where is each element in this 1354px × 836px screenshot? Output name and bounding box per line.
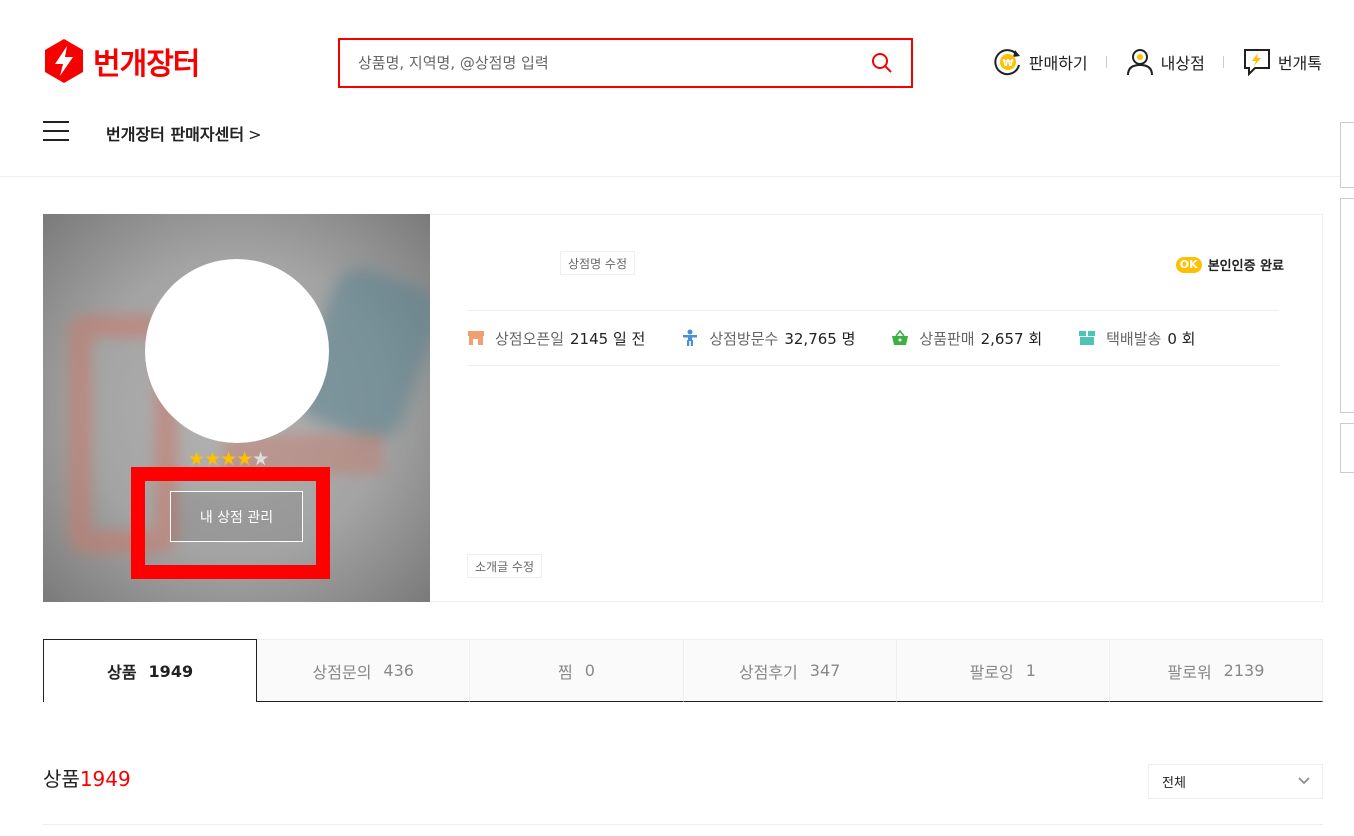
star-icons: ★★★★ xyxy=(188,448,253,470)
menu-divider xyxy=(1222,56,1224,68)
chat-bolt-icon xyxy=(1243,49,1270,77)
header-menu: ₩ 판매하기 내상점 번개톡 xyxy=(993,44,1322,80)
won-coin-icon: ₩ xyxy=(994,49,1020,76)
manage-shop-button[interactable]: 내 상점 관리 xyxy=(170,491,303,542)
stat-label: 상품판매 xyxy=(919,329,975,348)
filter-selected: 전체 xyxy=(1162,776,1186,791)
stat-open-days: 상점오픈일 2145 일 전 xyxy=(467,328,645,349)
tab-label: 찜 xyxy=(557,662,573,682)
box-icon xyxy=(1079,331,1096,345)
store-icon xyxy=(468,331,484,345)
tab-label: 상점후기 xyxy=(738,662,798,682)
tab-products[interactable]: 상품 1949 xyxy=(43,639,258,702)
stat-shipping: 택배발송 0 회 xyxy=(1078,328,1195,349)
verification-status: OK 본인인증 완료 xyxy=(1175,255,1284,274)
tab-count: 2139 xyxy=(1223,661,1265,680)
seller-center-label: 번개장터 판매자센터 xyxy=(106,125,245,144)
tab-count: 347 xyxy=(809,661,841,680)
stat-value: 2145 일 전 xyxy=(570,329,646,348)
lightning-logo-icon xyxy=(45,39,83,83)
basket-icon xyxy=(892,329,909,345)
section-count: 1949 xyxy=(79,767,131,791)
menu-divider xyxy=(1105,56,1107,68)
my-shop-button[interactable]: 내상점 xyxy=(1125,47,1205,77)
stat-label: 택배발송 xyxy=(1106,329,1162,348)
stat-value: 0 회 xyxy=(1167,329,1196,348)
verified-text: 본인인증 완료 xyxy=(1207,259,1284,274)
search-input[interactable] xyxy=(358,40,848,86)
tab-label: 팔로워 xyxy=(1167,662,1212,682)
shop-profile-card: ★★★★★ 내 상점 관리 xyxy=(43,214,430,602)
half-star-icon: ★ xyxy=(252,448,269,470)
edit-intro-button[interactable]: 소개글 수정 xyxy=(467,554,543,578)
stat-label: 상점오픈일 xyxy=(495,329,565,348)
shop-info-panel: 상점명 수정 OK 본인인증 완료 상점오픈일 2145 일 전 상점방문수 3… xyxy=(430,214,1323,602)
person-icon xyxy=(1126,49,1153,76)
filter-select[interactable]: 전체 xyxy=(1148,764,1323,799)
stat-sales: 상품판매 2,657 회 xyxy=(891,328,1042,349)
visitor-icon xyxy=(683,329,698,346)
shop-tabs: 상품 1949 상점문의 436 찜0 상점후기 347 팔로잉 1 팔로워 2139 xyxy=(43,639,1324,702)
tab-favorites[interactable]: 찜0 xyxy=(470,639,684,702)
shop-stats: 상점오픈일 2145 일 전 상점방문수 32,765 명 상품판매 2,657… xyxy=(467,310,1279,366)
svg-text:₩: ₩ xyxy=(1002,58,1013,69)
side-widget[interactable] xyxy=(1340,198,1354,413)
sell-label: 판매하기 xyxy=(1028,54,1088,73)
hamburger-menu-icon[interactable] xyxy=(43,121,69,143)
tab-label: 팔로잉 xyxy=(969,662,1014,682)
talk-button[interactable]: 번개톡 xyxy=(1242,47,1322,77)
stat-visits: 상점방문수 32,765 명 xyxy=(681,328,855,349)
seller-center-link[interactable]: 번개장터 판매자센터 > xyxy=(106,121,261,145)
tab-following[interactable]: 팔로잉 1 xyxy=(896,639,1110,702)
logo-text: 번개장터 xyxy=(93,47,200,82)
tab-followers[interactable]: 팔로워 2139 xyxy=(1109,639,1324,702)
tab-inquiries[interactable]: 상점문의 436 xyxy=(257,639,471,702)
tab-label: 상품 xyxy=(107,663,137,682)
avatar xyxy=(145,259,329,443)
tab-count: 436 xyxy=(383,661,414,680)
my-shop-label: 내상점 xyxy=(1160,54,1205,73)
side-widget[interactable] xyxy=(1340,122,1354,188)
side-widget[interactable] xyxy=(1340,423,1354,473)
stat-label: 상점방문수 xyxy=(709,329,779,348)
search-icon[interactable] xyxy=(871,52,893,74)
tab-reviews[interactable]: 상점후기 347 xyxy=(683,639,897,702)
section-title: 상품1949 xyxy=(43,763,131,792)
sell-button[interactable]: ₩ 판매하기 xyxy=(993,47,1088,77)
logo[interactable]: 번개장터 xyxy=(43,38,200,84)
stat-value: 32,765 명 xyxy=(784,329,856,348)
tab-count: 1949 xyxy=(148,661,194,681)
tab-label: 상점문의 xyxy=(312,662,372,682)
ok-badge: OK xyxy=(1175,256,1202,273)
chevron-right-icon: > xyxy=(248,125,262,144)
divider xyxy=(43,824,1323,825)
section-title-label: 상품 xyxy=(43,767,80,791)
tab-count: 0 xyxy=(584,661,595,680)
rating-stars: ★★★★★ xyxy=(188,448,269,470)
search-bar xyxy=(338,38,913,88)
stat-value: 2,657 회 xyxy=(980,329,1043,348)
site-header: 번개장터 ₩ 판매하기 내상점 xyxy=(0,0,1354,177)
tab-count: 1 xyxy=(1025,661,1036,680)
chevron-down-icon xyxy=(1298,777,1310,785)
talk-label: 번개톡 xyxy=(1277,54,1322,73)
edit-shop-name-button[interactable]: 상점명 수정 xyxy=(560,251,636,275)
